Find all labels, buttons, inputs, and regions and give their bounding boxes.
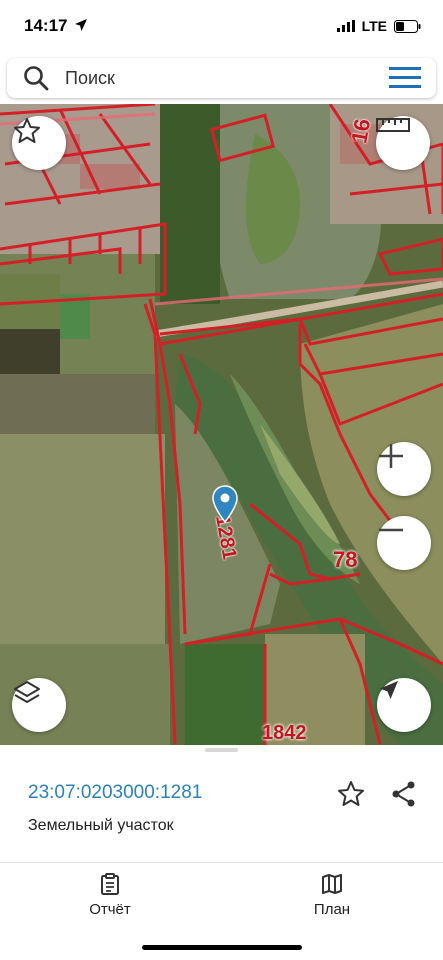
parcel-type: Земельный участок — [28, 817, 174, 834]
status-time-text: 14:17 — [24, 16, 68, 35]
search-bar[interactable]: Поиск — [7, 58, 436, 98]
favorite-parcel-button[interactable] — [336, 779, 366, 809]
ruler-icon — [376, 118, 410, 132]
ruler-button[interactable] — [376, 116, 430, 170]
share-button[interactable] — [389, 779, 419, 809]
status-bar: 14:17 LTE — [0, 0, 443, 56]
network-type: LTE — [361, 18, 387, 34]
tab-report[interactable]: Отчёт — [50, 873, 170, 918]
status-indicators: LTE — [336, 18, 421, 34]
share-icon — [392, 781, 415, 807]
parcel-label-1842: 1842 — [262, 722, 307, 744]
layers-icon — [14, 681, 40, 703]
parcel-label-16: 16 — [346, 116, 376, 146]
satellite-map[interactable]: 16 1281 78 1842 — [0, 104, 443, 745]
tab-plan-label: План — [313, 901, 351, 918]
search-input[interactable]: Поиск — [65, 68, 115, 89]
location-pin-icon[interactable] — [212, 485, 238, 523]
status-time: 14:17 — [24, 16, 88, 36]
battery-icon — [394, 19, 421, 33]
star-outline-icon — [338, 781, 364, 806]
my-location-button[interactable] — [377, 678, 431, 732]
home-indicator[interactable] — [142, 945, 302, 950]
parcel-label-78: 78 — [333, 547, 358, 572]
zoom-in-button[interactable] — [377, 442, 431, 496]
tab-report-label: Отчёт — [89, 901, 131, 918]
signal-icon — [336, 20, 355, 32]
plus-icon — [379, 444, 403, 468]
map-layer — [0, 104, 443, 745]
parcel-info-sheet: 23:07:0203000:1281 Земельный участок Отч… — [0, 745, 443, 960]
layers-button[interactable] — [12, 678, 66, 732]
report-icon — [101, 873, 119, 895]
location-arrow-icon — [75, 19, 88, 31]
tab-plan[interactable]: План — [272, 873, 392, 918]
menu-icon[interactable] — [389, 67, 421, 89]
favorite-map-button[interactable] — [12, 116, 66, 170]
sheet-drag-handle[interactable] — [205, 748, 238, 752]
map-plan-icon — [322, 874, 342, 894]
minus-icon — [379, 528, 403, 532]
navigation-arrow-icon — [380, 681, 398, 699]
zoom-out-button[interactable] — [377, 516, 431, 570]
search-icon[interactable] — [23, 65, 49, 91]
star-icon — [14, 118, 40, 143]
cadastral-number[interactable]: 23:07:0203000:1281 — [28, 782, 202, 804]
sheet-divider — [0, 862, 443, 863]
